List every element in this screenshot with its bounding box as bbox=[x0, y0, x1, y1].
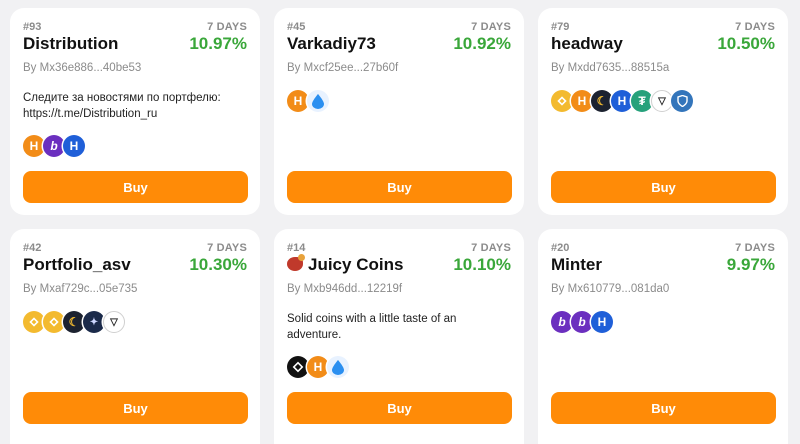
portfolio-name[interactable]: Minter bbox=[551, 255, 602, 275]
b-purple-icon: b bbox=[551, 311, 573, 333]
portfolio-card[interactable]: #14 7 DAYS Juicy Coins 10.10% By Mxb946d… bbox=[274, 229, 524, 444]
period-label: 7 DAYS bbox=[735, 242, 775, 254]
portfolio-description: Solid coins with a little taste of an ad… bbox=[287, 313, 457, 341]
meat-icon bbox=[287, 254, 305, 271]
token-list: b b H bbox=[551, 311, 613, 333]
buy-button[interactable]: Buy bbox=[23, 171, 248, 203]
portfolio-card[interactable]: #93 7 DAYS Distribution 10.97% By Mx36e8… bbox=[10, 8, 260, 215]
portfolio-card[interactable]: #79 7 DAYS headway 10.50% By Mxdd7635...… bbox=[538, 8, 788, 215]
moon-icon: ☾ bbox=[591, 90, 613, 112]
h-orange-icon: H bbox=[571, 90, 593, 112]
token-list: H bbox=[287, 356, 349, 378]
token-list: H b H bbox=[23, 135, 85, 157]
period-label: 7 DAYS bbox=[735, 21, 775, 33]
return-value: 10.50% bbox=[717, 34, 775, 53]
h-orange-icon: H bbox=[307, 356, 329, 378]
buy-button[interactable]: Buy bbox=[287, 392, 512, 424]
h-orange-icon: H bbox=[287, 90, 309, 112]
author-address: By Mxb946dd...12219f bbox=[287, 283, 403, 295]
h-blue-icon: H bbox=[63, 135, 85, 157]
return-value: 10.30% bbox=[189, 255, 247, 274]
author-address: By Mxaf729c...05e735 bbox=[23, 283, 138, 295]
period-label: 7 DAYS bbox=[207, 21, 247, 33]
author-address: By Mxdd7635...88515a bbox=[551, 62, 670, 74]
buy-button[interactable]: Buy bbox=[551, 392, 776, 424]
portfolio-card[interactable]: #45 7 DAYS Varkadiy73 10.92% By Mxcf25ee… bbox=[274, 8, 524, 215]
bnb-icon bbox=[43, 311, 65, 333]
rank-label: #20 bbox=[551, 242, 570, 254]
portfolio-name[interactable]: Distribution bbox=[23, 34, 118, 54]
buy-button[interactable]: Buy bbox=[287, 171, 512, 203]
bnb-icon bbox=[551, 90, 573, 112]
buy-button[interactable]: Buy bbox=[23, 392, 248, 424]
moon-icon: ☾ bbox=[63, 311, 85, 333]
tether-icon: ₮ bbox=[631, 90, 653, 112]
period-label: 7 DAYS bbox=[471, 242, 511, 254]
rank-label: #42 bbox=[23, 242, 42, 254]
b-purple-icon: b bbox=[43, 135, 65, 157]
diamond-icon bbox=[287, 356, 309, 378]
portfolio-name[interactable]: Varkadiy73 bbox=[287, 34, 376, 54]
portfolio-name[interactable]: Portfolio_asv bbox=[23, 255, 131, 275]
return-value: 10.10% bbox=[453, 255, 511, 274]
buy-button[interactable]: Buy bbox=[551, 171, 776, 203]
author-address: By Mxcf25ee...27b60f bbox=[287, 62, 399, 74]
return-value: 10.92% bbox=[453, 34, 511, 53]
token-list: ☾ ✦ ▽ bbox=[23, 311, 125, 333]
return-value: 10.97% bbox=[189, 34, 247, 53]
portfolio-name-text: Juicy Coins bbox=[308, 255, 404, 274]
rank-label: #14 bbox=[287, 242, 306, 254]
portfolio-name[interactable]: headway bbox=[551, 34, 623, 54]
bnb-icon bbox=[23, 311, 45, 333]
water-drop-icon bbox=[327, 356, 349, 378]
portfolio-card[interactable]: #20 7 DAYS Minter 9.97% By Mx610779...08… bbox=[538, 229, 788, 444]
portfolio-name[interactable]: Juicy Coins bbox=[287, 254, 404, 275]
stars-icon: ✦ bbox=[83, 311, 105, 333]
h-orange-icon: H bbox=[23, 135, 45, 157]
rank-label: #93 bbox=[23, 21, 42, 33]
b-purple-icon: b bbox=[571, 311, 593, 333]
period-label: 7 DAYS bbox=[207, 242, 247, 254]
shield-icon bbox=[671, 90, 693, 112]
tron-icon: ▽ bbox=[651, 90, 673, 112]
h-blue-icon: H bbox=[591, 311, 613, 333]
h-blue-icon: H bbox=[611, 90, 633, 112]
author-address: By Mx610779...081da0 bbox=[551, 283, 670, 295]
token-list: H ☾ H ₮ ▽ bbox=[551, 90, 693, 112]
period-label: 7 DAYS bbox=[471, 21, 511, 33]
return-value: 9.97% bbox=[726, 255, 775, 274]
water-drop-icon bbox=[307, 90, 329, 112]
portfolio-description: Следите за новостями по портфелю: https:… bbox=[23, 92, 221, 120]
portfolio-card[interactable]: #42 7 DAYS Portfolio_asv 10.30% By Mxaf7… bbox=[10, 229, 260, 444]
token-list: H bbox=[287, 90, 329, 112]
tron-icon: ▽ bbox=[103, 311, 125, 333]
rank-label: #79 bbox=[551, 21, 570, 33]
rank-label: #45 bbox=[287, 21, 306, 33]
author-address: By Mx36e886...40be53 bbox=[23, 62, 142, 74]
